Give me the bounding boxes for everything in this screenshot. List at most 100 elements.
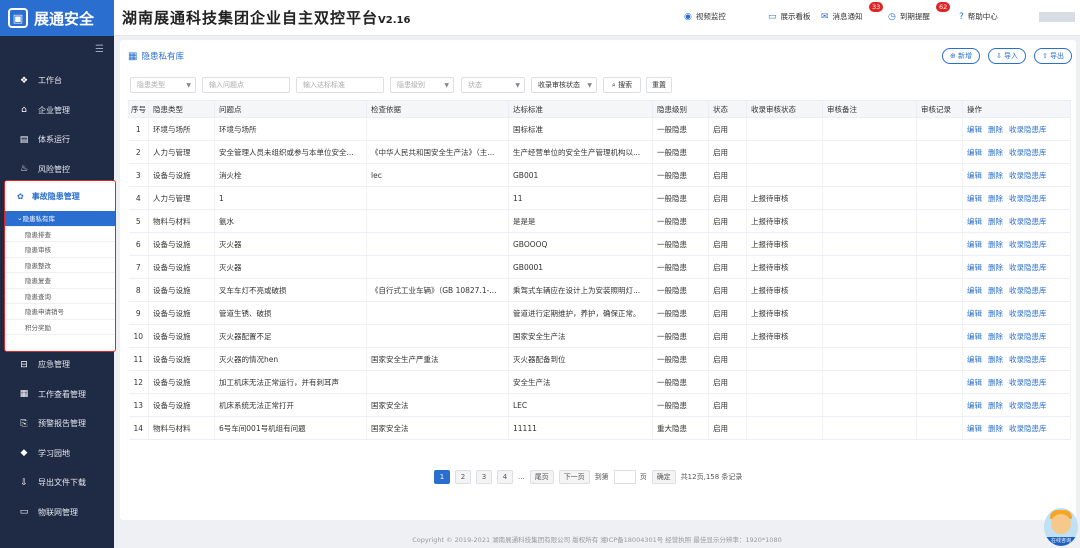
export-button[interactable]: ⇧ 导出 (1034, 48, 1072, 64)
delete-link[interactable]: 删除 (988, 194, 1003, 203)
topnav-camera[interactable]: ◉ 视频监控 (684, 11, 726, 22)
include-link[interactable]: 收录隐患库 (1009, 424, 1047, 433)
submenu-item[interactable]: 积分奖励 (5, 320, 115, 335)
include-link[interactable]: 收录隐患库 (1009, 355, 1047, 364)
delete-link[interactable]: 删除 (988, 286, 1003, 295)
delete-link[interactable]: 删除 (988, 378, 1003, 387)
edit-link[interactable]: 编辑 (967, 240, 982, 249)
edit-link[interactable]: 编辑 (967, 401, 982, 410)
delete-link[interactable]: 删除 (988, 263, 1003, 272)
edit-link[interactable]: 编辑 (967, 332, 982, 341)
sidebar-item-calendar[interactable]: ▦ 工作查看管理 (0, 380, 114, 410)
sidebar-item-iot[interactable]: ▭ 物联网管理 (0, 498, 114, 528)
submenu-item[interactable]: 隐患查询 (5, 289, 115, 304)
submenu-item[interactable]: 隐患申请销号 (5, 304, 115, 320)
table-cell: 4 (128, 186, 149, 210)
include-link[interactable]: 收录隐患库 (1009, 194, 1047, 203)
delete-link[interactable]: 删除 (988, 171, 1003, 180)
import-button[interactable]: ⇩ 导入 (988, 48, 1026, 64)
include-link[interactable]: 收录隐患库 (1009, 171, 1047, 180)
submenu-item[interactable]: 隐患排查 (5, 227, 115, 242)
sidebar-item-hazard-management[interactable]: ✿ 事故隐患管理 (5, 181, 115, 211)
table-cell (746, 140, 823, 164)
include-link[interactable]: 收录隐患库 (1009, 309, 1047, 318)
edit-link[interactable]: 编辑 (967, 217, 982, 226)
edit-link[interactable]: 编辑 (967, 263, 982, 272)
delete-link[interactable]: 删除 (988, 424, 1003, 433)
sidebar-item-system[interactable]: ▤ 体系运行 (0, 125, 114, 155)
include-link[interactable]: 收录隐患库 (1009, 263, 1047, 272)
new-button[interactable]: ⊕ 新增 (942, 48, 980, 64)
edit-link[interactable]: 编辑 (967, 355, 982, 364)
delete-link[interactable]: 删除 (988, 148, 1003, 157)
level-select[interactable]: 隐患级别 ▼ (390, 77, 454, 93)
include-link[interactable]: 收录隐患库 (1009, 401, 1047, 410)
page-button[interactable]: 4 (497, 470, 513, 484)
table-row: 11 设备与设施 灭火器的情况hen 国家安全生产严重法 灭火器配备到位 一般隐患 启用 编辑… (128, 347, 1071, 371)
sidebar-item-emergency[interactable]: ⊟ 应急管理 (0, 350, 114, 380)
topnav-help[interactable]: ? 帮助中心 (959, 11, 998, 22)
reset-button[interactable]: 重置 (646, 77, 672, 93)
delete-link[interactable]: 删除 (988, 355, 1003, 364)
edit-link[interactable]: 编辑 (967, 378, 982, 387)
delete-link[interactable]: 删除 (988, 217, 1003, 226)
sidebar-item-download[interactable]: ⇩ 导出文件下载 (0, 468, 114, 498)
edit-link[interactable]: 编辑 (967, 171, 982, 180)
topnav-message[interactable]: ✉ 消息通知 33 (821, 2, 884, 22)
edit-link[interactable]: 编辑 (967, 194, 982, 203)
page-button[interactable]: 3 (476, 470, 492, 484)
edit-link[interactable]: 编辑 (967, 125, 982, 134)
user-avatar[interactable] (1039, 12, 1075, 22)
include-link[interactable]: 收录隐患库 (1009, 286, 1047, 295)
online-consult-mascot[interactable]: 在线咨询 (1044, 508, 1078, 546)
include-link[interactable]: 收录隐患库 (1009, 125, 1047, 134)
standard-input[interactable]: 输入达标标准 (296, 77, 384, 93)
hazard-type-select[interactable]: 隐患类型 ▼ (130, 77, 196, 93)
delete-link[interactable]: 删除 (988, 309, 1003, 318)
delete-link[interactable]: 删除 (988, 125, 1003, 134)
row-actions: 编辑 删除 收录隐患库 (962, 140, 1071, 164)
hazard-management-group: ✿ 事故隐患管理 ⌄ 隐患私有库 隐患排查 隐患审核 隐患整改 隐患复查 隐患查询 隐患申请销… (4, 180, 116, 352)
table-cell (916, 255, 963, 279)
last-page-button[interactable]: 尾页 (529, 470, 554, 484)
delete-link[interactable]: 删除 (988, 401, 1003, 410)
sidebar-item-graduation[interactable]: ◆ 学习园地 (0, 439, 114, 469)
table-cell: 设备与设施 (148, 370, 215, 394)
edit-link[interactable]: 编辑 (967, 286, 982, 295)
sidebar-item-report[interactable]: ⎘ 预警报告管理 (0, 409, 114, 439)
include-link[interactable]: 收录隐患库 (1009, 332, 1047, 341)
submenu-item[interactable]: 隐患审核 (5, 242, 115, 258)
submenu-item[interactable]: 隐患整改 (5, 258, 115, 273)
row-actions: 编辑 删除 收录隐患库 (962, 209, 1071, 233)
delete-link[interactable]: 删除 (988, 240, 1003, 249)
submenu-item[interactable]: 隐患复查 (5, 273, 115, 289)
audit-status-select[interactable]: 收录审核状态 ▼ (531, 77, 597, 93)
topnav-monitor[interactable]: ▭ 展示看板 (768, 11, 811, 22)
collapse-menu-icon[interactable]: ☰ (0, 36, 114, 66)
confirm-button[interactable]: 确定 (651, 470, 676, 484)
problem-input[interactable]: 输入问题点 (202, 77, 290, 93)
edit-link[interactable]: 编辑 (967, 148, 982, 157)
search-button[interactable]: ⌕ 搜索 (603, 77, 641, 93)
page-button[interactable]: 1 (434, 470, 450, 484)
page-button[interactable]: 2 (455, 470, 471, 484)
include-link[interactable]: 收录隐患库 (1009, 217, 1047, 226)
table-cell: 一般隐患 (652, 186, 709, 210)
include-link[interactable]: 收录隐患库 (1009, 148, 1047, 157)
topnav-clock[interactable]: ◷ 到期提醒 62 (888, 2, 951, 22)
status-select[interactable]: 状态 ▼ (461, 77, 525, 93)
edit-link[interactable]: 编辑 (967, 424, 982, 433)
logo[interactable]: ▣ 展通安全 (0, 0, 114, 36)
delete-link[interactable]: 删除 (988, 332, 1003, 341)
table-cell: 一般隐患 (652, 232, 709, 256)
include-link[interactable]: 收录隐患库 (1009, 378, 1047, 387)
next-page-button[interactable]: 下一页 (558, 470, 590, 484)
sidebar-item-dashboard[interactable]: ❖ 工作台 (0, 66, 114, 96)
row-actions: 编辑 删除 收录隐患库 (962, 393, 1071, 417)
submenu-item[interactable]: ⌄ 隐患私有库 (5, 211, 115, 227)
sidebar-item-home[interactable]: ⌂ 企业管理 (0, 96, 114, 126)
goto-page-input[interactable] (613, 470, 636, 484)
table-cell: 3 (128, 163, 149, 187)
edit-link[interactable]: 编辑 (967, 309, 982, 318)
include-link[interactable]: 收录隐患库 (1009, 240, 1047, 249)
